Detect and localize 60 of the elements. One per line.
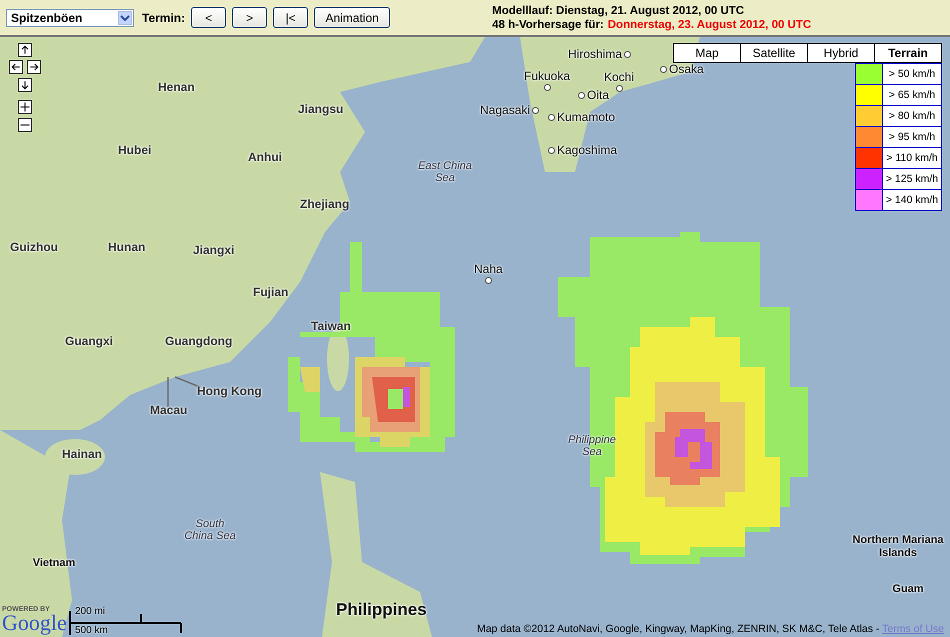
city-label: Kumamoto <box>557 110 616 124</box>
time-step-button[interactable]: |< <box>273 7 308 28</box>
map-type-button[interactable]: Hybrid <box>808 44 874 62</box>
place-label: Zhejiang <box>300 197 350 211</box>
place-label: Guangxi <box>65 334 114 348</box>
place-label: Henan <box>158 80 195 94</box>
time-step-button[interactable]: > <box>232 7 268 28</box>
legend-label: > 80 km/h <box>883 106 941 126</box>
place-label: Jiangxi <box>193 243 234 257</box>
place-label: Guangdong <box>165 334 232 348</box>
place-label: Macau <box>150 403 188 417</box>
place-label: Philippines <box>336 600 427 620</box>
pan-down-icon[interactable] <box>18 78 32 92</box>
time-step-button[interactable]: < <box>191 7 226 28</box>
place-label: Guizhou <box>10 240 58 254</box>
place-label: Northern Mariana Islands <box>852 534 944 560</box>
place-label: Vietnam <box>32 557 76 570</box>
place-label: Jiangsu <box>298 102 344 116</box>
city-label: Kagoshima <box>557 143 618 157</box>
google-logo[interactable]: Google <box>2 613 67 633</box>
pan-right-icon[interactable] <box>27 60 41 74</box>
place-label: Hong Kong <box>197 384 262 398</box>
legend-label: > 50 km/h <box>883 64 941 84</box>
map-type-button[interactable]: Map <box>674 44 740 62</box>
place-label: Hubei <box>118 143 152 157</box>
pan-left-icon[interactable] <box>9 60 23 74</box>
place-label: Guam <box>891 583 925 596</box>
sea-label: South China Sea <box>183 518 237 542</box>
city-label: Fukuoka <box>524 69 570 83</box>
termin-label: Termin: <box>142 10 186 24</box>
pan-up-icon[interactable] <box>18 43 32 57</box>
place-label: Fujian <box>253 285 288 299</box>
legend-label: > 140 km/h <box>883 190 941 210</box>
scale-label: 500 km <box>75 625 108 636</box>
place-label: Anhui <box>248 150 282 164</box>
place-label: Hunan <box>108 240 146 254</box>
city-label: Oita <box>587 88 610 102</box>
city-label: Naha <box>474 262 503 276</box>
city-label: Osaka <box>669 62 704 76</box>
legend-label: > 110 km/h <box>883 148 941 168</box>
zoom-out-icon[interactable] <box>18 118 32 132</box>
map-type-button[interactable]: Terrain <box>875 44 941 62</box>
city-label: Nagasaki <box>480 103 530 117</box>
attribution-text: Map data ©2012 AutoNavi, Google, Kingway, MapKing, ZENRIN, SK M&C, Tele Atlas - <box>476 623 880 635</box>
sea-label: East China Sea <box>417 160 473 184</box>
forecast-time: Donnerstag, 23. August 2012, 00 UTC <box>608 18 812 30</box>
leader-line <box>167 377 169 407</box>
map-type-button[interactable]: Satellite <box>741 44 807 62</box>
parameter-dropdown[interactable]: Spitzenböen <box>6 8 134 26</box>
city-label: Kochi <box>604 70 634 84</box>
legend-label: > 65 km/h <box>883 85 941 105</box>
place-label: Hainan <box>62 447 102 461</box>
legend-label: > 95 km/h <box>883 127 941 147</box>
zoom-in-icon[interactable] <box>18 100 32 114</box>
forecast-label: 48 h-Vorhersage für: <box>492 18 604 30</box>
legend-label: > 125 km/h <box>883 169 941 189</box>
city-label: Hiroshima <box>568 47 622 61</box>
time-step-button[interactable]: Animation <box>314 7 390 28</box>
model-run-text: Modelllauf: Dienstag, 21. August 2012, 00 UTC <box>492 4 746 18</box>
scale-label: 200 mi <box>75 606 106 617</box>
